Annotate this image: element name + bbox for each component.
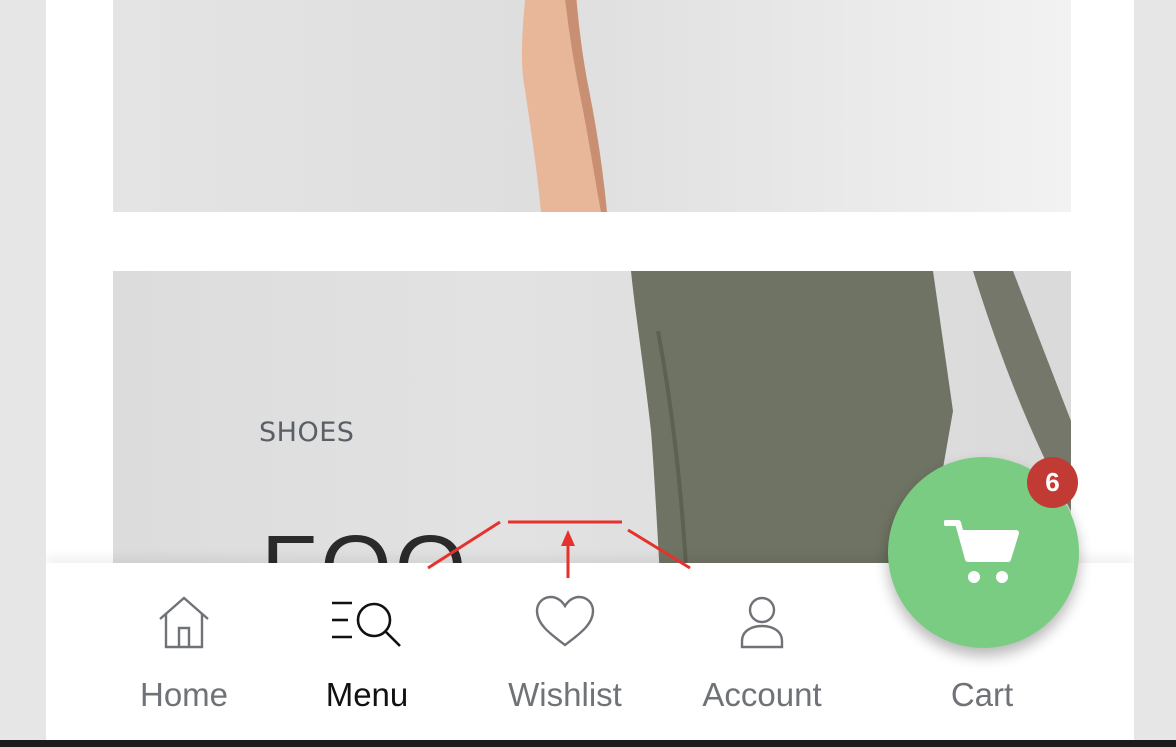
nav-menu[interactable]: Menu bbox=[277, 563, 457, 740]
model-arm-image bbox=[521, 0, 607, 212]
nav-cart-label[interactable]: Cart bbox=[902, 676, 1062, 714]
nav-wishlist-label: Wishlist bbox=[508, 676, 622, 713]
menu-search-icon bbox=[330, 595, 404, 655]
screen-bottom-edge bbox=[0, 740, 1176, 747]
home-icon bbox=[156, 595, 212, 655]
nav-home[interactable]: Home bbox=[94, 563, 274, 740]
nav-home-label: Home bbox=[139, 676, 229, 713]
heart-icon bbox=[534, 595, 596, 653]
nav-account[interactable]: Account bbox=[672, 563, 852, 740]
user-icon bbox=[739, 595, 785, 653]
nav-wishlist[interactable]: Wishlist bbox=[475, 563, 655, 740]
nav-account-label: Account bbox=[702, 676, 822, 713]
banner-image-top[interactable] bbox=[113, 0, 1071, 212]
banner-category-label: SHOES bbox=[259, 417, 355, 448]
cart-count-badge: 6 bbox=[1027, 457, 1078, 508]
nav-menu-label: Menu bbox=[325, 676, 409, 713]
cart-icon bbox=[943, 517, 1022, 591]
